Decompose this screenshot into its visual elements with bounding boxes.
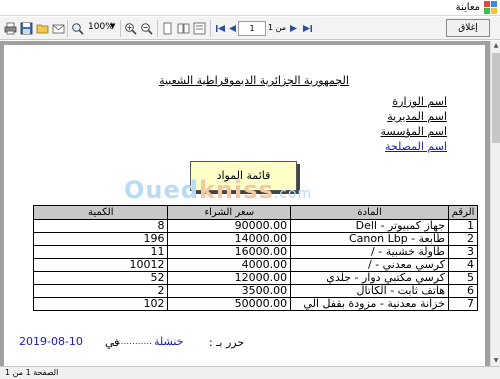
header-price: سعر الشراء: [167, 205, 292, 220]
row-item: كرسي معدني - /: [290, 258, 450, 272]
row-num: 6: [448, 284, 478, 298]
last-page-button[interactable]: [301, 21, 314, 36]
row-price: 3500.00: [167, 284, 292, 298]
toolbar-separator: [210, 20, 211, 37]
row-qty: 8: [32, 219, 169, 233]
header-qty: الكمية: [32, 205, 169, 220]
vertical-scrollbar[interactable]: ▲ ▼: [490, 41, 500, 366]
title-bar: معاينة: [0, 0, 500, 16]
header-item: المادة: [290, 205, 450, 220]
row-item: طابعة - Canon Lbp: [290, 232, 450, 246]
table-row: 5 كرسي مكتبي دوار - جلدي 12000.00 52: [32, 271, 478, 285]
page-total: من 1: [268, 23, 287, 32]
magnifier-icon: [72, 23, 84, 35]
institution-label: اسم المؤسسة: [380, 125, 447, 138]
page-width-button[interactable]: [193, 21, 206, 36]
zoom-in-icon: [125, 23, 137, 35]
table-header-row: الرقم المادة سعر الشراء الكمية: [32, 205, 478, 220]
watermark-part: .com: [273, 186, 313, 202]
zoom-button[interactable]: [71, 21, 84, 36]
status-page-info: الصفحة 1 من 1: [5, 368, 59, 377]
row-qty: 52: [32, 271, 169, 285]
email-button[interactable]: [52, 21, 65, 36]
row-qty: 10012: [32, 258, 169, 272]
table-row: 1 جهاز كمبيوتر - Dell 90000.00 8: [32, 219, 478, 233]
toolbar-separator: [157, 20, 158, 37]
row-qty: 196: [32, 232, 169, 246]
status-bar: الصفحة 1 من 1: [0, 366, 500, 379]
row-item: طاولة خشبية - /: [290, 245, 450, 259]
watermark-part: kniss: [198, 176, 274, 204]
two-pages-button[interactable]: [177, 21, 190, 36]
save-button[interactable]: [20, 21, 33, 36]
items-table: الرقم المادة سعر الشراء الكمية 1 جهاز كم…: [32, 205, 478, 311]
single-page-icon: [163, 22, 172, 35]
preview-area: الجمهورية الجزائرية الديموقراطية الشعبية…: [0, 41, 490, 366]
header-num: الرقم: [448, 205, 478, 220]
open-button[interactable]: [36, 21, 49, 36]
watermark: Ouedkniss.com: [124, 176, 312, 204]
report-page: الجمهورية الجزائرية الديموقراطية الشعبية…: [4, 45, 485, 366]
row-num: 1: [448, 219, 478, 233]
watermark-part: Oued: [124, 176, 199, 204]
table-row: 6 هاتف ثابت - الكاتال 3500.00 2: [32, 284, 478, 298]
print-button[interactable]: [4, 21, 17, 36]
row-num: 3: [448, 245, 478, 259]
signature-place: خنشلة: [154, 335, 184, 348]
close-button[interactable]: إغلاق: [446, 19, 490, 37]
row-item: جهاز كمبيوتر - Dell: [290, 219, 450, 233]
table-row: 3 طاولة خشبية - / 16000.00 11: [32, 245, 478, 259]
zoom-out-icon: [141, 23, 153, 35]
row-qty: 2: [32, 284, 169, 298]
signature-date: 2019-08-10: [19, 335, 83, 348]
row-price: 4000.00: [167, 258, 292, 272]
table-row: 2 طابعة - Canon Lbp 14000.00 196: [32, 232, 478, 246]
folder-icon: [36, 24, 49, 34]
app-icon: [484, 1, 497, 14]
table-row: 7 خزانة معدنية - مزودة بقفل الي 50000.00…: [32, 297, 478, 311]
scroll-up-icon[interactable]: ▲: [491, 41, 500, 51]
chevron-down-icon[interactable]: ▼: [110, 22, 115, 30]
toolbar: 100% ▼ 1 من 1 إغلاق: [0, 17, 500, 40]
page-number-input[interactable]: 1: [238, 21, 266, 36]
page-width-icon: [193, 22, 206, 35]
row-price: 16000.00: [167, 245, 292, 259]
report-header: الجمهورية الجزائرية الديموقراطية الشعبية: [159, 74, 349, 87]
scroll-down-icon[interactable]: ▼: [491, 356, 500, 366]
zoom-out-button[interactable]: [140, 21, 153, 36]
zoom-in-button[interactable]: [124, 21, 137, 36]
row-qty: 11: [32, 245, 169, 259]
single-page-button[interactable]: [161, 21, 174, 36]
next-page-icon: [290, 25, 297, 32]
save-icon: [20, 22, 33, 35]
directorate-label: اسم المديرية: [387, 110, 447, 123]
row-num: 4: [448, 258, 478, 272]
row-price: 14000.00: [167, 232, 292, 246]
row-price: 90000.00: [167, 219, 292, 233]
row-price: 50000.00: [167, 297, 292, 311]
signature-label: حرر بـ :: [209, 336, 245, 349]
two-pages-icon: [177, 23, 190, 34]
window-title: معاينة: [455, 2, 480, 13]
toolbar-separator: [120, 20, 121, 37]
envelope-icon: [52, 24, 65, 34]
last-page-icon: [303, 25, 312, 32]
row-price: 12000.00: [167, 271, 292, 285]
row-num: 2: [448, 232, 478, 246]
row-num: 5: [448, 271, 478, 285]
printer-icon: [4, 22, 17, 35]
row-item: هاتف ثابت - الكاتال: [290, 284, 450, 298]
table-row: 4 كرسي معدني - / 4000.00 10012: [32, 258, 478, 272]
row-qty: 102: [32, 297, 169, 311]
ministry-label: اسم الوزارة: [392, 95, 447, 108]
row-num: 7: [448, 297, 478, 311]
department-label: اسم المصلحة: [384, 140, 447, 153]
toolbar-separator: [67, 20, 68, 37]
row-item: كرسي مكتبي دوار - جلدي: [290, 271, 450, 285]
row-item: خزانة معدنية - مزودة بقفل الي: [290, 297, 450, 311]
next-page-button[interactable]: [287, 21, 300, 36]
scrollbar-thumb[interactable]: [492, 53, 500, 143]
signature-in-label: في: [105, 336, 120, 349]
